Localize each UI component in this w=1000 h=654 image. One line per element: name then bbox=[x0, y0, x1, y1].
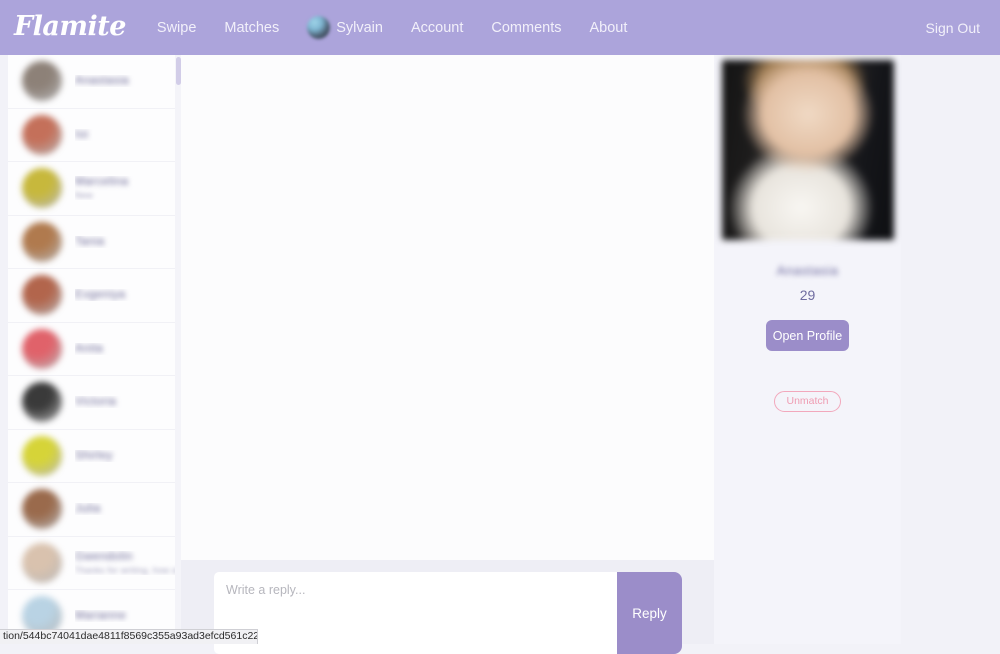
main-nav: Swipe Matches Sylvain Account Comments A… bbox=[157, 16, 655, 39]
match-text: Anita bbox=[75, 343, 181, 355]
match-list-item[interactable]: Anita bbox=[8, 323, 181, 377]
profile-photo[interactable] bbox=[722, 60, 894, 240]
unmatch-wrap: Unmatch bbox=[714, 351, 901, 412]
match-preview-text: Thanks for writing, how are you? bbox=[75, 565, 173, 575]
app-logo[interactable]: Flamite bbox=[14, 13, 126, 42]
nav-link-swipe[interactable]: Swipe bbox=[157, 20, 197, 36]
match-name: Evgeniya bbox=[75, 289, 173, 301]
match-text: Ioi bbox=[75, 129, 181, 141]
match-list-item[interactable]: Shirley bbox=[8, 430, 181, 484]
sidebar-scrollbar-thumb[interactable] bbox=[176, 57, 181, 85]
match-avatar bbox=[22, 436, 62, 476]
match-text: Evgeniya bbox=[75, 289, 181, 301]
nav-link-about[interactable]: About bbox=[589, 20, 627, 36]
match-list-item[interactable]: Anastasia bbox=[8, 55, 181, 109]
match-avatar bbox=[22, 61, 62, 101]
message-list bbox=[181, 55, 714, 560]
match-name: Marcelina bbox=[75, 176, 173, 188]
app-body: Anastasia Ioi Marcelina New Tania Evgeniya Ani… bbox=[0, 55, 1000, 644]
match-list-item[interactable]: Ioi bbox=[8, 109, 181, 163]
match-avatar bbox=[22, 329, 62, 369]
unmatch-button[interactable]: Unmatch bbox=[774, 391, 840, 412]
matches-sidebar: Anastasia Ioi Marcelina New Tania Evgeniya Ani… bbox=[8, 55, 181, 644]
match-name: Gwendolin bbox=[75, 551, 173, 563]
match-name: Anita bbox=[75, 343, 173, 355]
match-text: Marcelina New bbox=[75, 176, 181, 200]
nav-user-profile[interactable]: Sylvain bbox=[307, 16, 383, 39]
matches-list: Anastasia Ioi Marcelina New Tania Evgeniya Ani… bbox=[8, 55, 181, 644]
match-profile-panel: Anastasia 29 Open Profile Unmatch bbox=[714, 55, 901, 644]
match-list-item[interactable]: Victoria bbox=[8, 376, 181, 430]
nav-link-comments[interactable]: Comments bbox=[491, 20, 561, 36]
match-avatar bbox=[22, 275, 62, 315]
profile-name: Anastasia bbox=[714, 263, 901, 278]
match-name: Julia bbox=[75, 503, 173, 515]
match-text: Shirley bbox=[75, 450, 181, 462]
nav-link-matches[interactable]: Matches bbox=[224, 20, 279, 36]
top-navigation-bar: Flamite Swipe Matches Sylvain Account Co… bbox=[0, 0, 1000, 55]
match-name: Tania bbox=[75, 236, 173, 248]
open-profile-button[interactable]: Open Profile bbox=[766, 320, 849, 351]
sign-out-button[interactable]: Sign Out bbox=[926, 20, 980, 36]
reply-composer: Reply bbox=[181, 560, 714, 644]
profile-age: 29 bbox=[714, 287, 901, 303]
match-name: Shirley bbox=[75, 450, 173, 462]
match-avatar bbox=[22, 115, 62, 155]
nav-user-name: Sylvain bbox=[336, 20, 383, 36]
match-list-item[interactable]: Gwendolin Thanks for writing, how are you… bbox=[8, 537, 181, 591]
match-list-item[interactable]: Marcelina New bbox=[8, 162, 181, 216]
browser-status-bar: tion/544bc74041dae4811f8569c355a93ad3efc… bbox=[0, 629, 258, 644]
match-text: Gwendolin Thanks for writing, how are you… bbox=[75, 551, 181, 575]
nav-link-account[interactable]: Account bbox=[411, 20, 463, 36]
match-list-item[interactable]: Julia bbox=[8, 483, 181, 537]
match-name: Ioi bbox=[75, 129, 173, 141]
match-text: Tania bbox=[75, 236, 181, 248]
match-avatar bbox=[22, 382, 62, 422]
conversation-panel: Reply bbox=[181, 55, 714, 644]
user-avatar-icon bbox=[307, 16, 330, 39]
match-avatar bbox=[22, 168, 62, 208]
reply-button[interactable]: Reply bbox=[617, 572, 682, 654]
match-name: Victoria bbox=[75, 396, 173, 408]
match-preview-text: New bbox=[75, 190, 173, 200]
match-text: Anastasia bbox=[75, 75, 181, 87]
reply-input[interactable] bbox=[214, 572, 617, 654]
match-text: Julia bbox=[75, 503, 181, 515]
match-text: Victoria bbox=[75, 396, 181, 408]
match-text: Marianne bbox=[75, 610, 181, 622]
match-avatar bbox=[22, 543, 62, 583]
composer-box: Reply bbox=[214, 572, 682, 654]
match-avatar bbox=[22, 489, 62, 529]
match-avatar bbox=[22, 222, 62, 262]
match-name: Anastasia bbox=[75, 75, 173, 87]
match-list-item[interactable]: Evgeniya bbox=[8, 269, 181, 323]
match-list-item[interactable]: Tania bbox=[8, 216, 181, 270]
match-name: Marianne bbox=[75, 610, 173, 622]
